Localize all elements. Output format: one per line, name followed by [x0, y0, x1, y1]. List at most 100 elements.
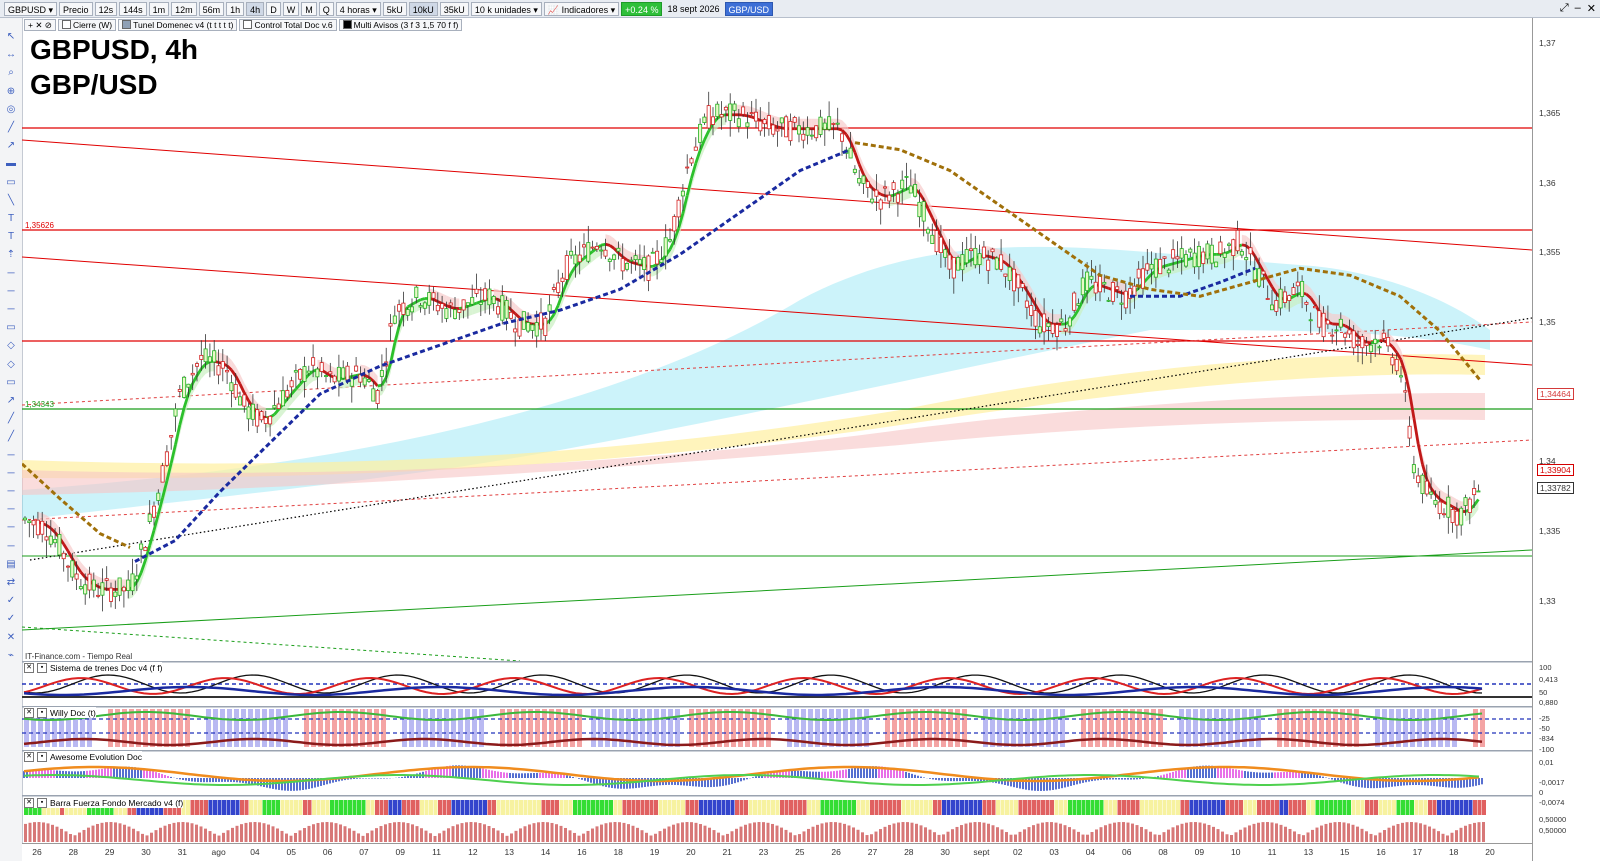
fuerza-bar — [456, 800, 460, 815]
candle — [849, 148, 852, 158]
fuerza-histogram — [1203, 824, 1206, 842]
fuerza-bar — [1455, 800, 1459, 815]
fuerza-bar — [735, 800, 739, 815]
close-icon[interactable]: ✕ — [24, 663, 34, 673]
fuerza-histogram — [357, 833, 360, 842]
fuerza-histogram — [326, 822, 329, 842]
fuerza-histogram — [996, 827, 999, 842]
fuerza-histogram — [276, 828, 279, 842]
settings-icon[interactable]: ▪ — [37, 798, 47, 808]
fuerza-bar — [443, 800, 447, 815]
fast-average-segment — [438, 302, 442, 304]
x-tick-label: 23 — [759, 847, 768, 857]
candle — [668, 240, 671, 242]
fuerza-histogram — [929, 830, 932, 842]
fuerza-bar — [897, 800, 901, 815]
price-chart[interactable] — [0, 0, 1600, 861]
fuerza-histogram — [1473, 823, 1476, 842]
fuerza-histogram — [33, 822, 36, 842]
fuerza-histogram — [1293, 831, 1296, 842]
fast-average-segment — [451, 307, 455, 308]
panel-tick-label: 100 — [1539, 663, 1552, 672]
fuerza-bar — [807, 800, 811, 815]
fuerza-histogram — [285, 834, 288, 842]
fuerza-bar — [816, 800, 820, 815]
close-icon[interactable]: ✕ — [24, 752, 34, 762]
candle — [79, 587, 82, 589]
panel-tick-label: -0,0017 — [1539, 778, 1564, 787]
y-tick-label: 1,35 — [1539, 317, 1556, 327]
time-axis[interactable]: 2628293031ago040506070911121314161819202… — [22, 843, 1532, 862]
candle — [88, 574, 91, 590]
fuerza-histogram — [519, 828, 522, 842]
candle — [1473, 488, 1476, 494]
red-trend-1[interactable] — [22, 140, 1532, 250]
candle — [101, 583, 104, 595]
candle — [785, 117, 788, 137]
fuerza-histogram — [924, 827, 927, 842]
x-tick-label: 20 — [686, 847, 695, 857]
price-axis[interactable]: 1,371,3651,361,3551,351,3451,341,3351,33… — [1532, 18, 1600, 861]
willy-bar — [745, 709, 750, 747]
fuerza-histogram — [506, 836, 509, 842]
candle — [742, 107, 745, 114]
fuerza-histogram — [1194, 822, 1197, 842]
candle — [191, 373, 194, 375]
candle — [406, 310, 409, 316]
settings-icon[interactable]: ▪ — [37, 708, 47, 718]
fuerza-histogram — [227, 830, 230, 842]
candle — [802, 134, 805, 140]
fuerza-bar — [902, 800, 906, 815]
willy-bar — [997, 709, 1002, 747]
candle — [208, 357, 211, 362]
x-tick-label: 30 — [141, 847, 150, 857]
candle — [170, 435, 173, 437]
settings-icon[interactable]: ▪ — [37, 752, 47, 762]
candle — [1206, 244, 1209, 259]
candle — [363, 378, 366, 385]
candle — [535, 323, 538, 336]
willy-bar — [1025, 709, 1030, 747]
fuerza-bar — [798, 800, 802, 815]
fuerza-histogram — [51, 825, 54, 842]
candle — [174, 409, 177, 416]
fuerza-bar — [375, 800, 379, 815]
fuerza-histogram — [1032, 825, 1035, 842]
fuerza-bar — [1473, 800, 1477, 815]
fuerza-bar — [1041, 800, 1045, 815]
fuerza-histogram — [1307, 832, 1310, 842]
fuerza-histogram — [533, 823, 536, 842]
fuerza-histogram — [83, 830, 86, 842]
candle — [1339, 319, 1342, 327]
fuerza-histogram — [1253, 824, 1256, 842]
fuerza-histogram — [636, 828, 639, 842]
candle — [66, 566, 69, 567]
fuerza-bar — [591, 800, 595, 815]
close-icon[interactable]: ✕ — [24, 708, 34, 718]
x-tick-label: 31 — [178, 847, 187, 857]
candle — [660, 260, 663, 263]
settings-icon[interactable]: ▪ — [37, 663, 47, 673]
candle — [488, 289, 491, 305]
fuerza-histogram — [258, 822, 261, 842]
fuerza-bar — [348, 800, 352, 815]
candle — [1064, 329, 1067, 331]
fuerza-histogram — [870, 834, 873, 842]
panel-tick-label: 0,413 — [1539, 675, 1558, 684]
x-tick-label: sept — [973, 847, 989, 857]
fuerza-histogram — [96, 824, 99, 842]
fuerza-histogram — [920, 825, 923, 842]
candle — [840, 134, 843, 141]
candle — [1025, 301, 1028, 307]
green-trend[interactable] — [22, 550, 1532, 630]
fuerza-histogram — [537, 822, 540, 842]
fuerza-histogram — [1365, 831, 1368, 842]
candle — [105, 579, 108, 581]
close-icon[interactable]: ✕ — [24, 798, 34, 808]
candle — [819, 117, 822, 134]
fuerza-histogram — [141, 834, 144, 842]
fuerza-histogram — [1041, 823, 1044, 842]
fuerza-histogram — [1239, 830, 1242, 842]
willy-bar — [647, 709, 652, 747]
fuerza-histogram — [695, 823, 698, 842]
